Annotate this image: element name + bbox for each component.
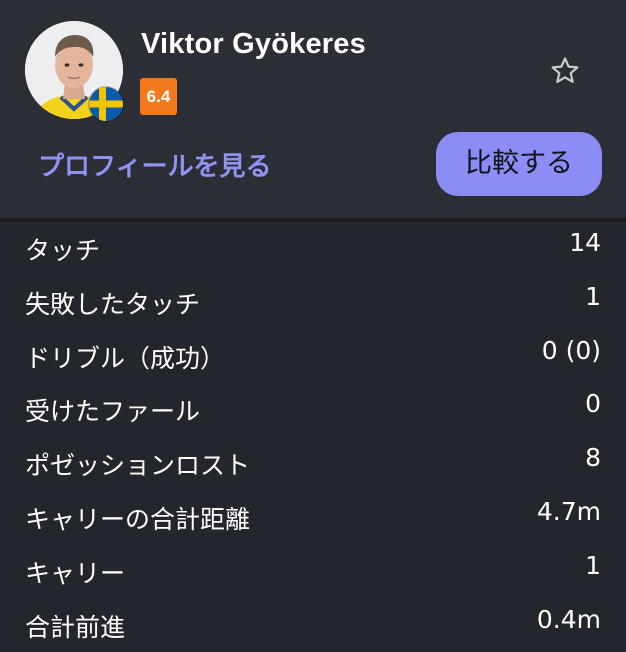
compare-button[interactable]: 比較する — [436, 132, 602, 196]
stat-label: ポゼッションロスト — [25, 451, 251, 481]
stat-value: 1 — [585, 281, 601, 311]
stat-label: タッチ — [25, 236, 101, 265]
stats-list: タッチ 14 失敗したタッチ 1 ドリブル（成功） 0 (0) 受けたファール … — [0, 222, 626, 652]
stat-row-carry-distance: キャリーの合計距離 4.7m — [0, 491, 626, 545]
player-header: Viktor Gyökeres 6.4 プロフィールを見る 比較する — [0, 0, 626, 218]
stat-row-touches: タッチ 14 — [0, 222, 626, 276]
stat-value: 1 — [585, 550, 601, 580]
stat-value: 0 — [585, 389, 601, 419]
stat-label: ドリブル（成功） — [25, 343, 226, 373]
stat-label: キャリー — [25, 558, 126, 588]
stat-value: 4.7m — [536, 496, 601, 526]
sweden-flag-icon — [89, 87, 123, 121]
stat-label: 失敗したタッチ — [25, 289, 201, 319]
stat-value: 0.4m — [536, 604, 601, 634]
stat-row-failed-touches: 失敗したタッチ 1 — [0, 276, 626, 330]
stat-row-carries: キャリー 1 — [0, 545, 626, 599]
stat-label: キャリーの合計距離 — [25, 504, 251, 534]
stat-value: 0 (0) — [541, 335, 601, 365]
star-outline-icon[interactable] — [549, 55, 581, 87]
stat-label: 受けたファール — [25, 397, 201, 427]
stat-row-progressive-distance: 合計前進 0.4m — [0, 599, 626, 652]
stat-row-fouls-won: 受けたファール 0 — [0, 383, 626, 437]
stat-label: 合計前進 — [25, 612, 126, 642]
view-profile-link[interactable]: プロフィールを見る — [38, 146, 271, 183]
stat-row-dribbles: ドリブル（成功） 0 (0) — [0, 330, 626, 384]
player-name: Viktor Gyökeres — [141, 28, 366, 60]
stat-value: 8 — [585, 443, 601, 473]
rating-badge: 6.4 — [140, 78, 177, 115]
stat-value: 14 — [569, 228, 601, 257]
stat-row-possession-lost: ポゼッションロスト 8 — [0, 437, 626, 491]
